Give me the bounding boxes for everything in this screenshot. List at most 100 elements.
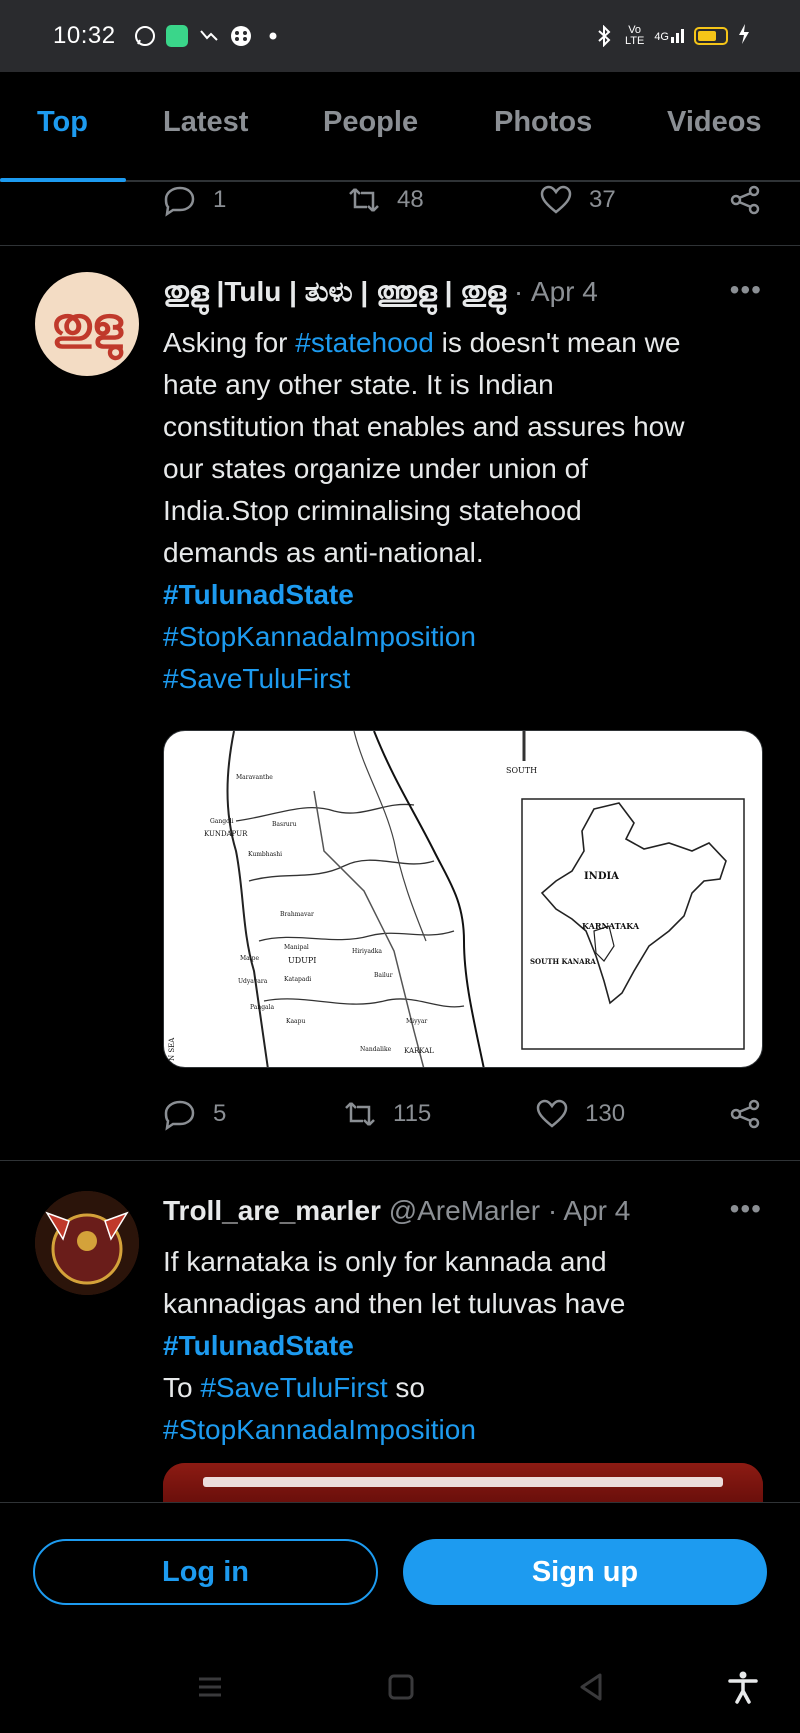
tab-photos[interactable]: Photos <box>494 106 592 139</box>
like-count: 37 <box>589 186 616 213</box>
tweet-line: If karnataka is only for kannada and <box>163 1246 607 1277</box>
accessibility-icon[interactable] <box>726 1670 760 1704</box>
tweet-line: kannadigas and then let tuluvas have <box>163 1288 626 1319</box>
retweet-button[interactable]: 48 <box>347 183 424 217</box>
network-type: 4G <box>654 31 669 43</box>
user-handle[interactable]: @AreMarler <box>389 1195 540 1226</box>
signup-button[interactable]: Sign up <box>403 1539 767 1605</box>
map-label-maravanthe: Maravanthe <box>236 774 273 781</box>
reply-button[interactable]: 1 <box>163 183 226 217</box>
map-label-kaapu: Kaapu <box>286 1018 305 1025</box>
display-name[interactable]: തുളു |Tulu | ತುಳು | ത്തുളു | തുളു <box>163 276 506 307</box>
tweet-date[interactable]: · Apr 4 <box>514 276 598 307</box>
divider <box>0 1160 800 1161</box>
tweet-line: India.Stop criminalising statehood <box>163 495 582 526</box>
battery-icon <box>694 27 728 45</box>
retweet-icon <box>349 188 379 212</box>
map-label-hiriyadka: Hiriyadka <box>352 948 382 955</box>
retweet-count: 48 <box>397 186 424 213</box>
hashtag-link[interactable]: #SaveTuluFirst <box>163 658 763 700</box>
login-button[interactable]: Log in <box>33 1539 378 1605</box>
charging-icon <box>738 23 750 49</box>
avatar-text: തുളു <box>51 298 123 350</box>
tab-top[interactable]: Top <box>37 106 88 139</box>
reply-count: 5 <box>213 1100 227 1127</box>
retweet-count: 115 <box>393 1100 432 1127</box>
more-options-button[interactable]: ••• <box>730 274 762 306</box>
hashtag-link[interactable]: #statehood <box>295 327 434 358</box>
tweet-line: our states organize under union of <box>163 453 588 484</box>
tweet-image[interactable] <box>163 1463 763 1503</box>
map-label-katapadi: Katapadi <box>284 976 311 983</box>
share-button[interactable] <box>728 1097 762 1131</box>
share-icon <box>730 1099 760 1129</box>
home-icon[interactable] <box>384 1670 418 1704</box>
retweet-icon <box>345 1102 375 1126</box>
image-text-strip <box>203 1477 723 1487</box>
status-bar: 10:32 Vo LTE 4G <box>0 0 800 72</box>
tweet-image-map[interactable]: SOUTH INDIA KARNATAKA SOUTH KANARA Marav… <box>163 730 763 1068</box>
map-label-brahmavar: Brahmavar <box>280 911 314 918</box>
map-label-manipal: Manipal <box>284 944 309 951</box>
map-label-karkal: KARKAL <box>404 1047 434 1055</box>
map-label-india: INDIA <box>584 871 619 882</box>
search-tabs: Top Latest People Photos Videos <box>0 72 800 182</box>
heart-icon <box>536 1099 568 1128</box>
like-button[interactable]: 130 <box>535 1097 625 1131</box>
tweet-header: തുളു |Tulu | ತುಳು | ത്തുളു | തുളു · Apr … <box>163 276 598 309</box>
tweet-text: If karnataka is only for kannada and kan… <box>163 1241 763 1451</box>
app-notification-icon <box>165 25 188 47</box>
tab-videos[interactable]: Videos <box>667 106 762 139</box>
tweet-line: demands as anti-national. <box>163 537 484 568</box>
tweet-text: Asking for #statehood is doesn't mean we… <box>163 322 763 700</box>
reply-icon <box>164 186 195 217</box>
map-label-south: SOUTH <box>506 766 537 775</box>
map-label-pangala: Pangala <box>250 1004 275 1011</box>
status-time: 10:32 <box>53 22 116 49</box>
map-label-kundapur: KUNDAPUR <box>204 830 248 838</box>
missed-call-icon <box>198 25 220 47</box>
system-icons: Vo LTE 4G <box>593 23 750 49</box>
map-label-nandalike: Nandalike <box>360 1046 392 1053</box>
recent-apps-icon[interactable] <box>193 1670 227 1704</box>
tweet-line: hate any other state. It is Indian <box>163 369 554 400</box>
reply-button[interactable]: 5 <box>163 1097 226 1131</box>
like-button[interactable]: 37 <box>539 183 616 217</box>
reply-count: 1 <box>213 186 227 213</box>
tweet-line: To #SaveTuluFirst so <box>163 1372 425 1403</box>
map-label-kumbhashi: Kumbhashi <box>248 851 282 858</box>
hashtag-link[interactable]: #TulunadState <box>163 574 763 616</box>
prev-tweet-actions: 1 48 37 <box>0 178 800 222</box>
map-label-malpe: Malpe <box>240 955 259 962</box>
tweet-line: Asking for #statehood is doesn't mean we <box>163 327 681 358</box>
divider <box>0 245 800 246</box>
retweet-button[interactable]: 115 <box>343 1097 431 1131</box>
display-name[interactable]: Troll_are_marler <box>163 1195 381 1226</box>
avatar[interactable] <box>35 1191 139 1295</box>
avatar[interactable]: തുളു <box>35 272 139 376</box>
map-label-bailur: Bailur <box>374 972 393 979</box>
notification-icons <box>134 25 284 47</box>
hashtag-link[interactable]: #SaveTuluFirst <box>200 1372 387 1403</box>
volte-icon: Vo LTE <box>624 24 645 47</box>
heart-icon <box>540 185 572 214</box>
reply-icon <box>164 1100 195 1131</box>
hashtag-link[interactable]: #StopKannadaImposition <box>163 1409 763 1451</box>
tab-people[interactable]: People <box>323 106 418 139</box>
share-button[interactable] <box>728 183 762 217</box>
tweet-line: constitution that enables and assures ho… <box>163 411 685 442</box>
tweet-actions: 5 115 130 <box>0 1092 800 1136</box>
map-label-sea: N SEA <box>168 1037 176 1061</box>
hashtag-link[interactable]: #StopKannadaImposition <box>163 616 763 658</box>
bluetooth-icon <box>593 25 615 47</box>
more-notifications-dot-icon <box>262 25 284 47</box>
signal-icon: 4G <box>654 29 684 43</box>
tweet-date[interactable]: · Apr 4 <box>548 1195 630 1226</box>
system-navigation-bar <box>0 1640 800 1733</box>
map-illustration: SOUTH INDIA KARNATAKA SOUTH KANARA Marav… <box>168 731 745 1067</box>
back-icon[interactable] <box>574 1670 608 1704</box>
more-options-button[interactable]: ••• <box>730 1193 762 1225</box>
hashtag-link[interactable]: #TulunadState <box>163 1325 763 1367</box>
map-label-basruru: Basruru <box>272 821 297 828</box>
tab-latest[interactable]: Latest <box>163 106 248 139</box>
